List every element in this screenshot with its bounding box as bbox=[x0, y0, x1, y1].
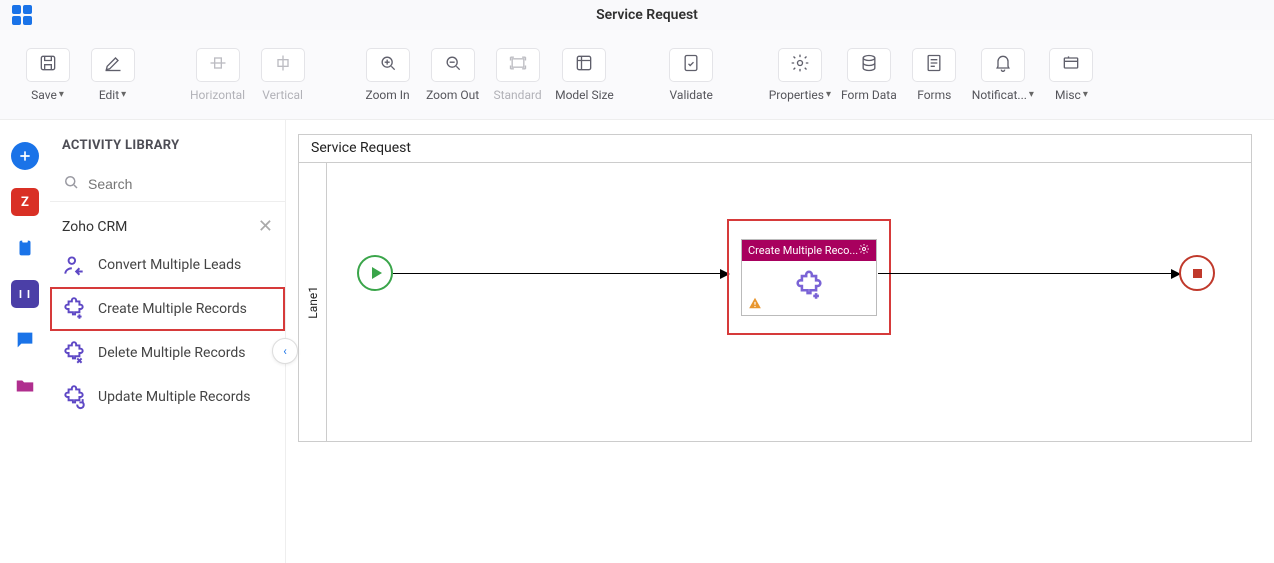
standard-zoom-icon bbox=[508, 53, 528, 77]
activity-label: Convert Multiple Leads bbox=[98, 256, 241, 274]
end-node[interactable] bbox=[1179, 255, 1215, 291]
puzzle-update-icon bbox=[60, 383, 88, 411]
activity-label: Update Multiple Records bbox=[98, 388, 251, 406]
z-icon[interactable]: Z bbox=[11, 188, 39, 216]
zoom-out-icon bbox=[443, 53, 463, 77]
edit-button[interactable]: Edit▾ bbox=[85, 48, 140, 102]
zoom-out-button[interactable]: Zoom Out bbox=[425, 48, 480, 102]
pencil-icon bbox=[103, 53, 123, 77]
play-icon bbox=[372, 267, 382, 279]
zoom-in-icon bbox=[378, 53, 398, 77]
activity-library: ACTIVITY LIBRARY Zoho CRM ✕ Convert Mult… bbox=[50, 120, 286, 563]
vertical-button[interactable]: Vertical bbox=[255, 48, 310, 102]
forms-icon bbox=[924, 53, 944, 77]
bell-icon bbox=[993, 53, 1013, 77]
save-button[interactable]: Save▾ bbox=[20, 48, 75, 102]
horizontal-button[interactable]: Horizontal bbox=[190, 48, 245, 102]
activity-label: Delete Multiple Records bbox=[98, 344, 246, 362]
validate-button[interactable]: Validate bbox=[664, 48, 719, 102]
align-vertical-icon bbox=[273, 53, 293, 77]
left-rail: Z I I bbox=[0, 120, 50, 563]
collapse-sidebar-button[interactable]: ‹ bbox=[272, 338, 298, 364]
lane-header[interactable]: Lane1 bbox=[299, 163, 327, 441]
form-data-button[interactable]: Form Data bbox=[841, 48, 897, 102]
misc-icon bbox=[1061, 53, 1081, 77]
stop-icon bbox=[1193, 269, 1202, 278]
activity-delete-multiple-records[interactable]: Delete Multiple Records bbox=[50, 331, 285, 375]
activity-label: Create Multiple Records bbox=[98, 300, 247, 318]
search-input[interactable] bbox=[88, 176, 273, 192]
puzzle-plus-icon bbox=[792, 269, 826, 307]
search-icon bbox=[62, 173, 80, 195]
folder-icon[interactable] bbox=[11, 372, 39, 400]
model-size-icon bbox=[574, 53, 594, 77]
activity-update-multiple-records[interactable]: Update Multiple Records bbox=[50, 375, 285, 419]
chevron-down-icon: ▾ bbox=[1083, 89, 1088, 100]
notifications-button[interactable]: Notificat...▾ bbox=[972, 48, 1034, 102]
chevron-down-icon: ▾ bbox=[59, 89, 64, 100]
chevron-down-icon: ▾ bbox=[1029, 89, 1034, 100]
chevron-down-icon: ▾ bbox=[826, 89, 831, 100]
person-convert-icon bbox=[60, 251, 88, 279]
start-node[interactable] bbox=[357, 255, 393, 291]
save-icon bbox=[38, 53, 58, 77]
gear-icon bbox=[790, 53, 810, 77]
process-canvas[interactable]: Service Request Lane1 Create Multiple Re… bbox=[298, 134, 1252, 442]
task-create-multiple-records[interactable]: Create Multiple Reco... bbox=[741, 239, 877, 316]
close-icon[interactable]: ✕ bbox=[258, 216, 273, 237]
page-title: Service Request bbox=[32, 7, 1262, 23]
puzzle-delete-icon bbox=[60, 339, 88, 367]
warning-icon bbox=[748, 296, 762, 310]
chevron-down-icon: ▾ bbox=[121, 89, 126, 100]
canvas-title: Service Request bbox=[299, 135, 1251, 163]
toolbar: Save▾ Edit▾ Horizontal Vertical Zoom In … bbox=[0, 30, 1274, 120]
puzzle-plus-icon bbox=[60, 295, 88, 323]
standard-button[interactable]: Standard bbox=[490, 48, 545, 102]
database-icon bbox=[859, 53, 879, 77]
validate-icon bbox=[681, 53, 701, 77]
chat-icon[interactable] bbox=[11, 326, 39, 354]
sidebar-title: ACTIVITY LIBRARY bbox=[50, 138, 285, 167]
align-horizontal-icon bbox=[208, 53, 228, 77]
zoom-in-button[interactable]: Zoom In bbox=[360, 48, 415, 102]
task-selection: Create Multiple Reco... bbox=[727, 219, 891, 335]
task-title: Create Multiple Reco... bbox=[748, 244, 858, 257]
misc-button[interactable]: Misc▾ bbox=[1044, 48, 1099, 102]
model-size-button[interactable]: Model Size bbox=[555, 48, 614, 102]
activity-convert-multiple-leads[interactable]: Convert Multiple Leads bbox=[50, 243, 285, 287]
apps-icon[interactable] bbox=[12, 5, 32, 25]
forms-button[interactable]: Forms bbox=[907, 48, 962, 102]
provider-name: Zoho CRM bbox=[62, 219, 127, 235]
properties-button[interactable]: Properties▾ bbox=[769, 48, 831, 102]
clipboard-icon[interactable] bbox=[11, 234, 39, 262]
add-button[interactable] bbox=[11, 142, 39, 170]
form-icon[interactable]: I I bbox=[11, 280, 39, 308]
gear-icon[interactable] bbox=[858, 243, 870, 258]
activity-create-multiple-records[interactable]: Create Multiple Records bbox=[50, 287, 285, 331]
